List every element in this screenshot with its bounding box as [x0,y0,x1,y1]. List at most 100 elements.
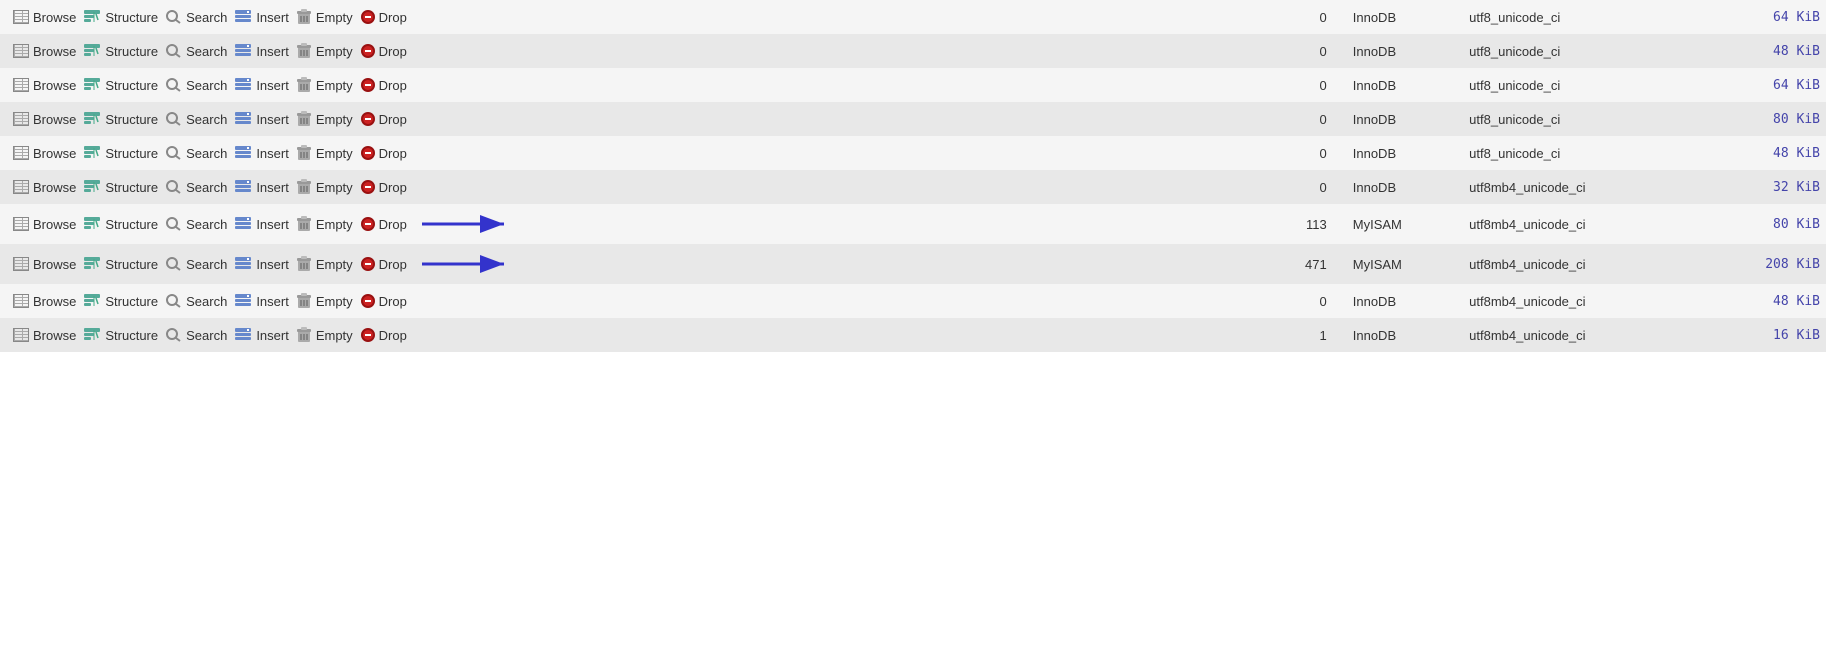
drop-button[interactable]: Drop [358,252,515,276]
empty-button[interactable]: Empty [294,326,356,344]
empty-button[interactable]: Empty [294,255,356,273]
insert-button[interactable]: Insert [232,256,292,273]
drop-button[interactable]: Drop [358,145,410,162]
search-button[interactable]: Search [163,9,230,26]
drop-label: Drop [379,328,407,343]
drop-button[interactable]: Drop [358,77,410,94]
insert-label: Insert [256,257,289,272]
search-label: Search [186,294,227,309]
insert-icon [235,112,251,126]
browse-label: Browse [33,112,76,127]
structure-button[interactable]: Structure [81,327,161,344]
browse-label: Browse [33,294,76,309]
row-count: 0 [1271,68,1333,102]
database-tables-table: Browse Structure Search [0,0,1826,352]
drop-label: Drop [379,257,407,272]
empty-icon [297,256,311,272]
browse-button[interactable]: Browse [10,145,79,162]
insert-button[interactable]: Insert [232,9,292,26]
browse-button[interactable]: Browse [10,43,79,60]
insert-button[interactable]: Insert [232,43,292,60]
browse-button[interactable]: Browse [10,256,79,273]
structure-button[interactable]: Structure [81,9,161,26]
structure-icon [84,10,100,24]
structure-button[interactable]: Structure [81,216,161,233]
insert-icon [235,294,251,308]
browse-button[interactable]: Browse [10,9,79,26]
insert-button[interactable]: Insert [232,145,292,162]
search-button[interactable]: Search [163,293,230,310]
drop-button[interactable]: Drop [358,111,410,128]
row-count: 471 [1271,244,1333,284]
drop-button[interactable]: Drop [358,9,410,26]
search-button[interactable]: Search [163,43,230,60]
search-button[interactable]: Search [163,111,230,128]
browse-button[interactable]: Browse [10,111,79,128]
insert-button[interactable]: Insert [232,293,292,310]
empty-label: Empty [316,257,353,272]
search-label: Search [186,217,227,232]
structure-button[interactable]: Structure [81,293,161,310]
search-button[interactable]: Search [163,327,230,344]
browse-button[interactable]: Browse [10,327,79,344]
arrow-indicator [422,253,512,275]
insert-button[interactable]: Insert [232,216,292,233]
structure-icon [84,180,100,194]
search-button[interactable]: Search [163,77,230,94]
browse-label: Browse [33,146,76,161]
drop-button[interactable]: Drop [358,327,410,344]
insert-button[interactable]: Insert [232,179,292,196]
search-icon [166,146,181,160]
empty-icon [297,9,311,25]
row-count: 0 [1271,284,1333,318]
action-buttons: Browse Structure Search [10,292,1265,310]
insert-button[interactable]: Insert [232,327,292,344]
table-row: Browse Structure Search [0,34,1826,68]
table-engine: InnoDB [1333,34,1449,68]
structure-button[interactable]: Structure [81,145,161,162]
drop-label: Drop [379,44,407,59]
search-label: Search [186,44,227,59]
empty-button[interactable]: Empty [294,215,356,233]
empty-button[interactable]: Empty [294,144,356,162]
drop-button[interactable]: Drop [358,43,410,60]
empty-button[interactable]: Empty [294,8,356,26]
drop-button[interactable]: Drop [358,179,410,196]
browse-button[interactable]: Browse [10,216,79,233]
structure-icon [84,146,100,160]
drop-button[interactable]: Drop [358,293,410,310]
empty-button[interactable]: Empty [294,42,356,60]
empty-button[interactable]: Empty [294,178,356,196]
drop-button[interactable]: Drop [358,212,515,236]
structure-label: Structure [105,217,158,232]
insert-button[interactable]: Insert [232,77,292,94]
structure-button[interactable]: Structure [81,111,161,128]
structure-label: Structure [105,328,158,343]
empty-button[interactable]: Empty [294,76,356,94]
search-button[interactable]: Search [163,179,230,196]
table-engine: InnoDB [1333,0,1449,34]
empty-button[interactable]: Empty [294,110,356,128]
insert-button[interactable]: Insert [232,111,292,128]
empty-button[interactable]: Empty [294,292,356,310]
drop-icon [361,217,375,231]
search-button[interactable]: Search [163,216,230,233]
search-button[interactable]: Search [163,256,230,273]
table-engine: InnoDB [1333,284,1449,318]
browse-label: Browse [33,257,76,272]
structure-icon [84,112,100,126]
empty-icon [297,43,311,59]
structure-button[interactable]: Structure [81,77,161,94]
search-icon [166,180,181,194]
browse-button[interactable]: Browse [10,77,79,94]
structure-button[interactable]: Structure [81,179,161,196]
search-button[interactable]: Search [163,145,230,162]
structure-button[interactable]: Structure [81,256,161,273]
browse-button[interactable]: Browse [10,293,79,310]
table-engine: MyISAM [1333,244,1449,284]
empty-label: Empty [316,78,353,93]
browse-button[interactable]: Browse [10,179,79,196]
action-buttons: Browse Structure Search [10,326,1265,344]
structure-button[interactable]: Structure [81,43,161,60]
insert-icon [235,10,251,24]
